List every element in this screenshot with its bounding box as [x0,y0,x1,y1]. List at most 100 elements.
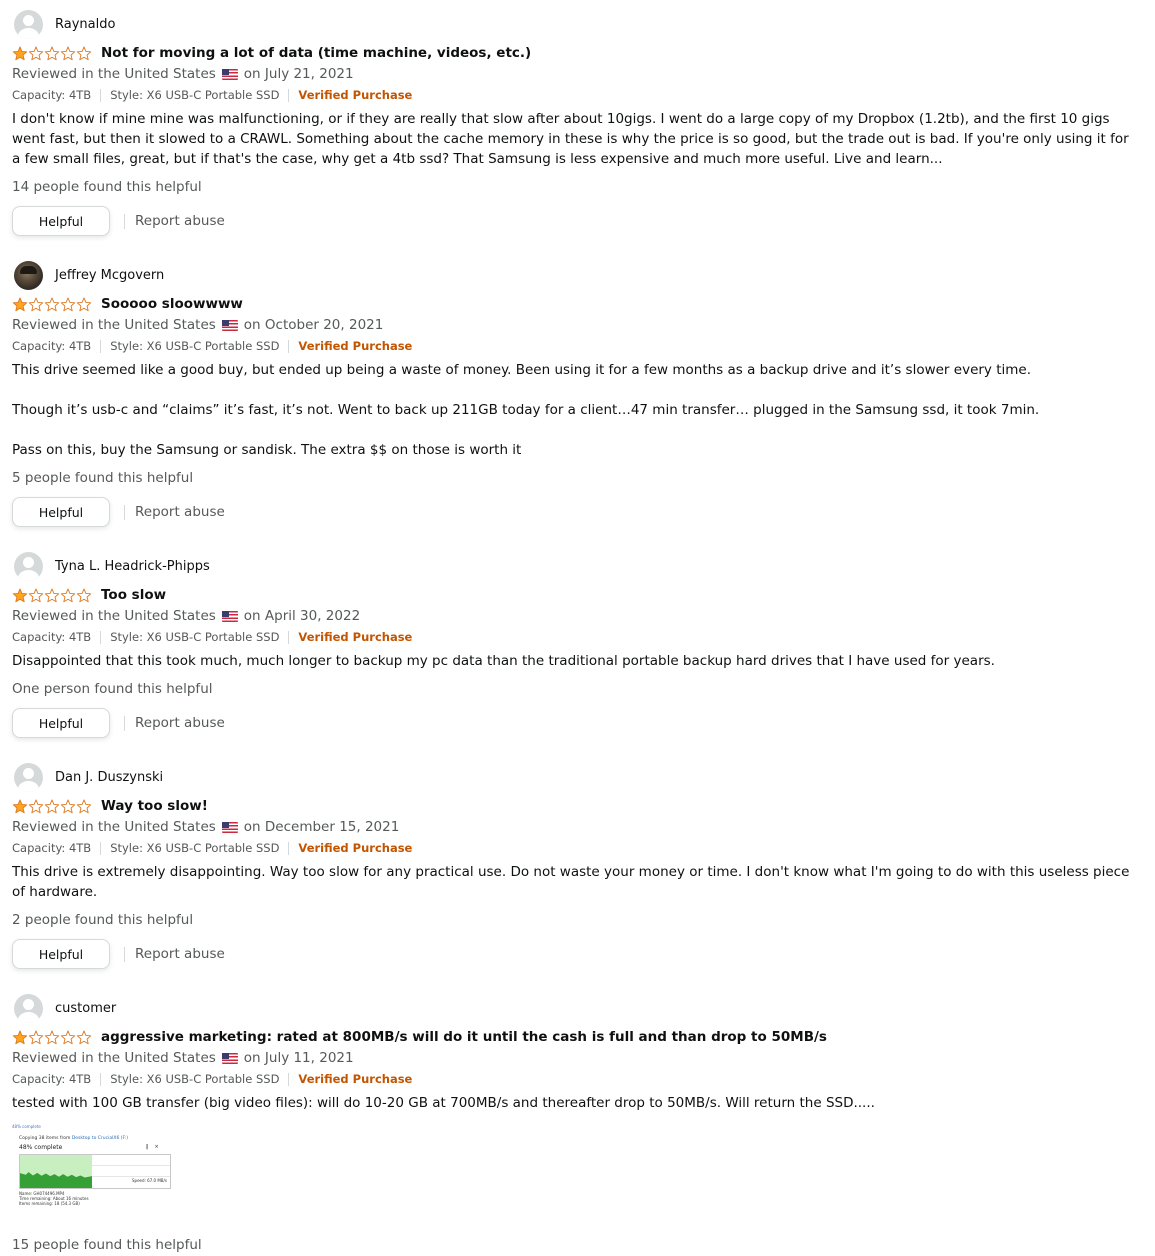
default-avatar-icon[interactable] [14,993,43,1023]
report-abuse-link[interactable]: Report abuse [135,213,225,229]
style-link[interactable]: Style: X6 USB-C Portable SSD [110,339,279,353]
default-avatar-icon[interactable] [14,762,43,792]
star-rating[interactable] [12,588,92,603]
copy-dialog-title: 48% complete [12,1124,41,1129]
divider [288,630,290,644]
star-empty-icon [60,588,76,603]
avatar-head-shape [23,14,34,26]
star-empty-icon [60,46,76,61]
review-title-link[interactable]: Too slow [101,587,166,603]
review-title-row: Not for moving a lot of data (time machi… [12,40,1137,66]
helpful-count: 15 people found this helpful [12,1237,202,1253]
star-empty-icon [60,297,76,312]
close-icon: × [154,1144,165,1150]
helpful-button[interactable]: Helpful [12,206,110,236]
capacity-link[interactable]: Capacity: 4TB [12,1072,91,1086]
copy-source: Desktop [71,1136,91,1141]
review-actions: Helpful Report abuse [12,205,1137,237]
star-empty-icon [44,799,60,814]
default-avatar-icon[interactable] [14,551,43,581]
copy-percent: 48% complete [19,1144,63,1151]
reviewer-name[interactable]: Jeffrey Mcgovern [55,268,164,283]
review-date: Reviewed in the United States on July 11,… [12,1050,1137,1066]
review-item: customer aggressive marketing: rated at 8… [12,992,1137,1255]
report-abuse-link[interactable]: Report abuse [135,946,225,962]
review-title-link[interactable]: Sooooo sloowwww [101,296,243,312]
capacity-link[interactable]: Capacity: 4TB [12,841,91,855]
reviewer-profile[interactable]: customer [14,992,1137,1024]
review-actions: Helpful Report abuse [12,938,1137,970]
divider [288,1072,290,1086]
reviewed-in-label: Reviewed in the United States [12,819,216,835]
reviewer-profile[interactable]: Jeffrey Mcgovern [14,259,1137,291]
helpful-button[interactable]: Helpful [12,497,110,527]
star-rating[interactable] [12,297,92,312]
review-actions: Helpful Report abuse [12,707,1137,739]
copy-dest: CrucialX6 (F:) [97,1136,129,1141]
verified-purchase-badge: Verified Purchase [298,841,413,855]
review-date-value: on April 30, 2022 [243,608,361,624]
style-link[interactable]: Style: X6 USB-C Portable SSD [110,88,279,102]
review-date: Reviewed in the United States on July 21,… [12,66,1137,82]
pause-icon: ‖ [146,1144,155,1150]
divider [124,213,125,229]
review-date: Reviewed in the United States on April 30… [12,608,1137,624]
helpful-button[interactable]: Helpful [12,939,110,969]
copy-dialog-source: Copying 38 items from Desktop to Crucial… [19,1136,128,1141]
star-filled-icon [12,46,28,61]
star-filled-icon [12,1030,28,1045]
star-filled-icon [12,799,28,814]
reviewer-name[interactable]: Tyna L. Headrick-Phipps [55,559,210,574]
star-empty-icon [76,799,92,814]
review-date: Reviewed in the United States on October … [12,317,1137,333]
divider [124,504,125,520]
star-rating[interactable] [12,799,92,814]
review-image-thumbnail[interactable]: 48% complete Copying 38 items from Deskto… [12,1124,172,1212]
review-title-link[interactable]: Way too slow! [101,798,208,814]
star-rating[interactable] [12,1030,92,1045]
product-format: Capacity: 4TB Style: X6 USB-C Portable SS… [12,338,1137,354]
capacity-link[interactable]: Capacity: 4TB [12,339,91,353]
reviewer-name[interactable]: Raynaldo [55,17,115,32]
star-empty-icon [28,1030,44,1045]
capacity-link[interactable]: Capacity: 4TB [12,88,91,102]
report-abuse-link[interactable]: Report abuse [135,715,225,731]
star-empty-icon [60,799,76,814]
transfer-speed-graph [19,1154,171,1189]
us-flag-icon [221,821,238,833]
reviewer-profile[interactable]: Tyna L. Headrick-Phipps [14,550,1137,582]
style-link[interactable]: Style: X6 USB-C Portable SSD [110,1072,279,1086]
copy-items-remaining: Items remaining: 18 (54.3 GB) [19,1201,80,1206]
style-link[interactable]: Style: X6 USB-C Portable SSD [110,841,279,855]
reviewer-profile[interactable]: Dan J. Duszynski [14,761,1137,793]
review-body: Disappointed that this took much, much l… [12,653,995,669]
style-link[interactable]: Style: X6 USB-C Portable SSD [110,630,279,644]
reviewer-name[interactable]: Dan J. Duszynski [55,770,163,785]
review-body: This drive is extremely disappointing. W… [12,864,1130,900]
reviewed-in-label: Reviewed in the United States [12,1050,216,1066]
helpful-button[interactable]: Helpful [12,708,110,738]
review-title-row: Too slow [12,582,1137,608]
reviewer-name[interactable]: customer [55,1001,116,1016]
report-abuse-link[interactable]: Report abuse [135,504,225,520]
star-rating[interactable] [12,46,92,61]
helpful-count: 14 people found this helpful [12,179,202,195]
star-empty-icon [76,46,92,61]
divider [288,88,290,102]
helpful-count: 5 people found this helpful [12,470,194,486]
review-title-link[interactable]: aggressive marketing: rated at 800MB/s w… [101,1029,827,1045]
star-empty-icon [44,1030,60,1045]
capacity-link[interactable]: Capacity: 4TB [12,630,91,644]
avatar-shoulders-shape [18,569,39,581]
copy-mid: to [91,1136,97,1141]
divider [288,841,290,855]
review-title-link[interactable]: Not for moving a lot of data (time machi… [101,45,531,61]
reviewed-in-label: Reviewed in the United States [12,66,216,82]
review-title-row: Way too slow! [12,793,1137,819]
avatar[interactable] [14,260,43,290]
review-title-row: Sooooo sloowwww [12,291,1137,317]
divider [100,339,102,353]
avatar-head-shape [23,767,34,779]
reviewer-profile[interactable]: Raynaldo [14,8,1137,40]
default-avatar-icon[interactable] [14,9,43,39]
